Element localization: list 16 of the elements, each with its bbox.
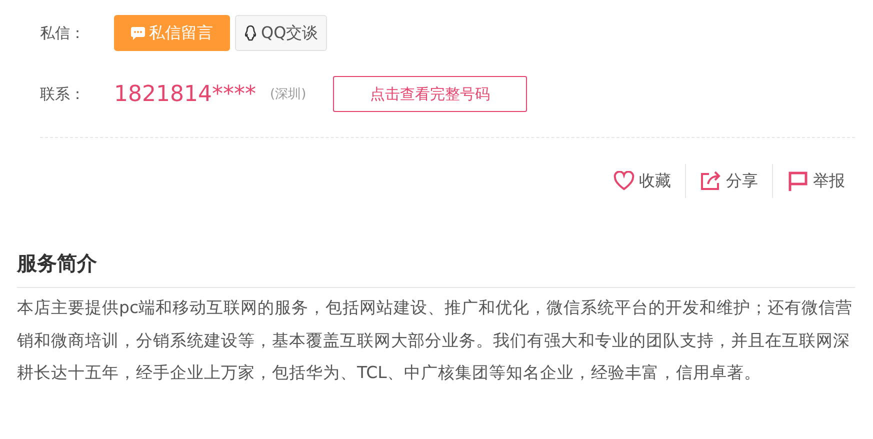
service-description: 本店主要提供pc端和移动互联网的服务，包括网站建设、推广和优化，微信系统平台的开发和维护；还有微信营销和微商培训，分销系统建设等，基本覆盖互联网大部分业务。我们有强大和专业的团队支持，并且在互联网深耕长达十五年，经手企业上万家，包括华为、TCL、中广核集团等知名企业，经验丰富，信用卓著。	[17, 297, 854, 384]
city-text: (深圳)	[270, 86, 308, 103]
qq-chat-button[interactable]: QQ交谈	[235, 15, 328, 51]
share-button[interactable]: 分享	[685, 164, 772, 198]
reveal-number-button[interactable]: 点击查看完整号码	[333, 76, 527, 112]
share-icon	[700, 171, 722, 191]
flag-icon	[787, 170, 809, 192]
chat-icon	[131, 26, 145, 40]
report-button[interactable]: 举报	[772, 164, 859, 198]
penguin-icon	[244, 25, 257, 41]
favorite-button[interactable]: 收藏	[599, 164, 685, 198]
heart-icon	[613, 171, 635, 191]
phone-number: 1821814****	[114, 82, 257, 106]
contact-label: 联系：	[40, 84, 86, 104]
section-title: 服务简介	[17, 250, 855, 288]
message-label: 私信：	[40, 24, 86, 42]
